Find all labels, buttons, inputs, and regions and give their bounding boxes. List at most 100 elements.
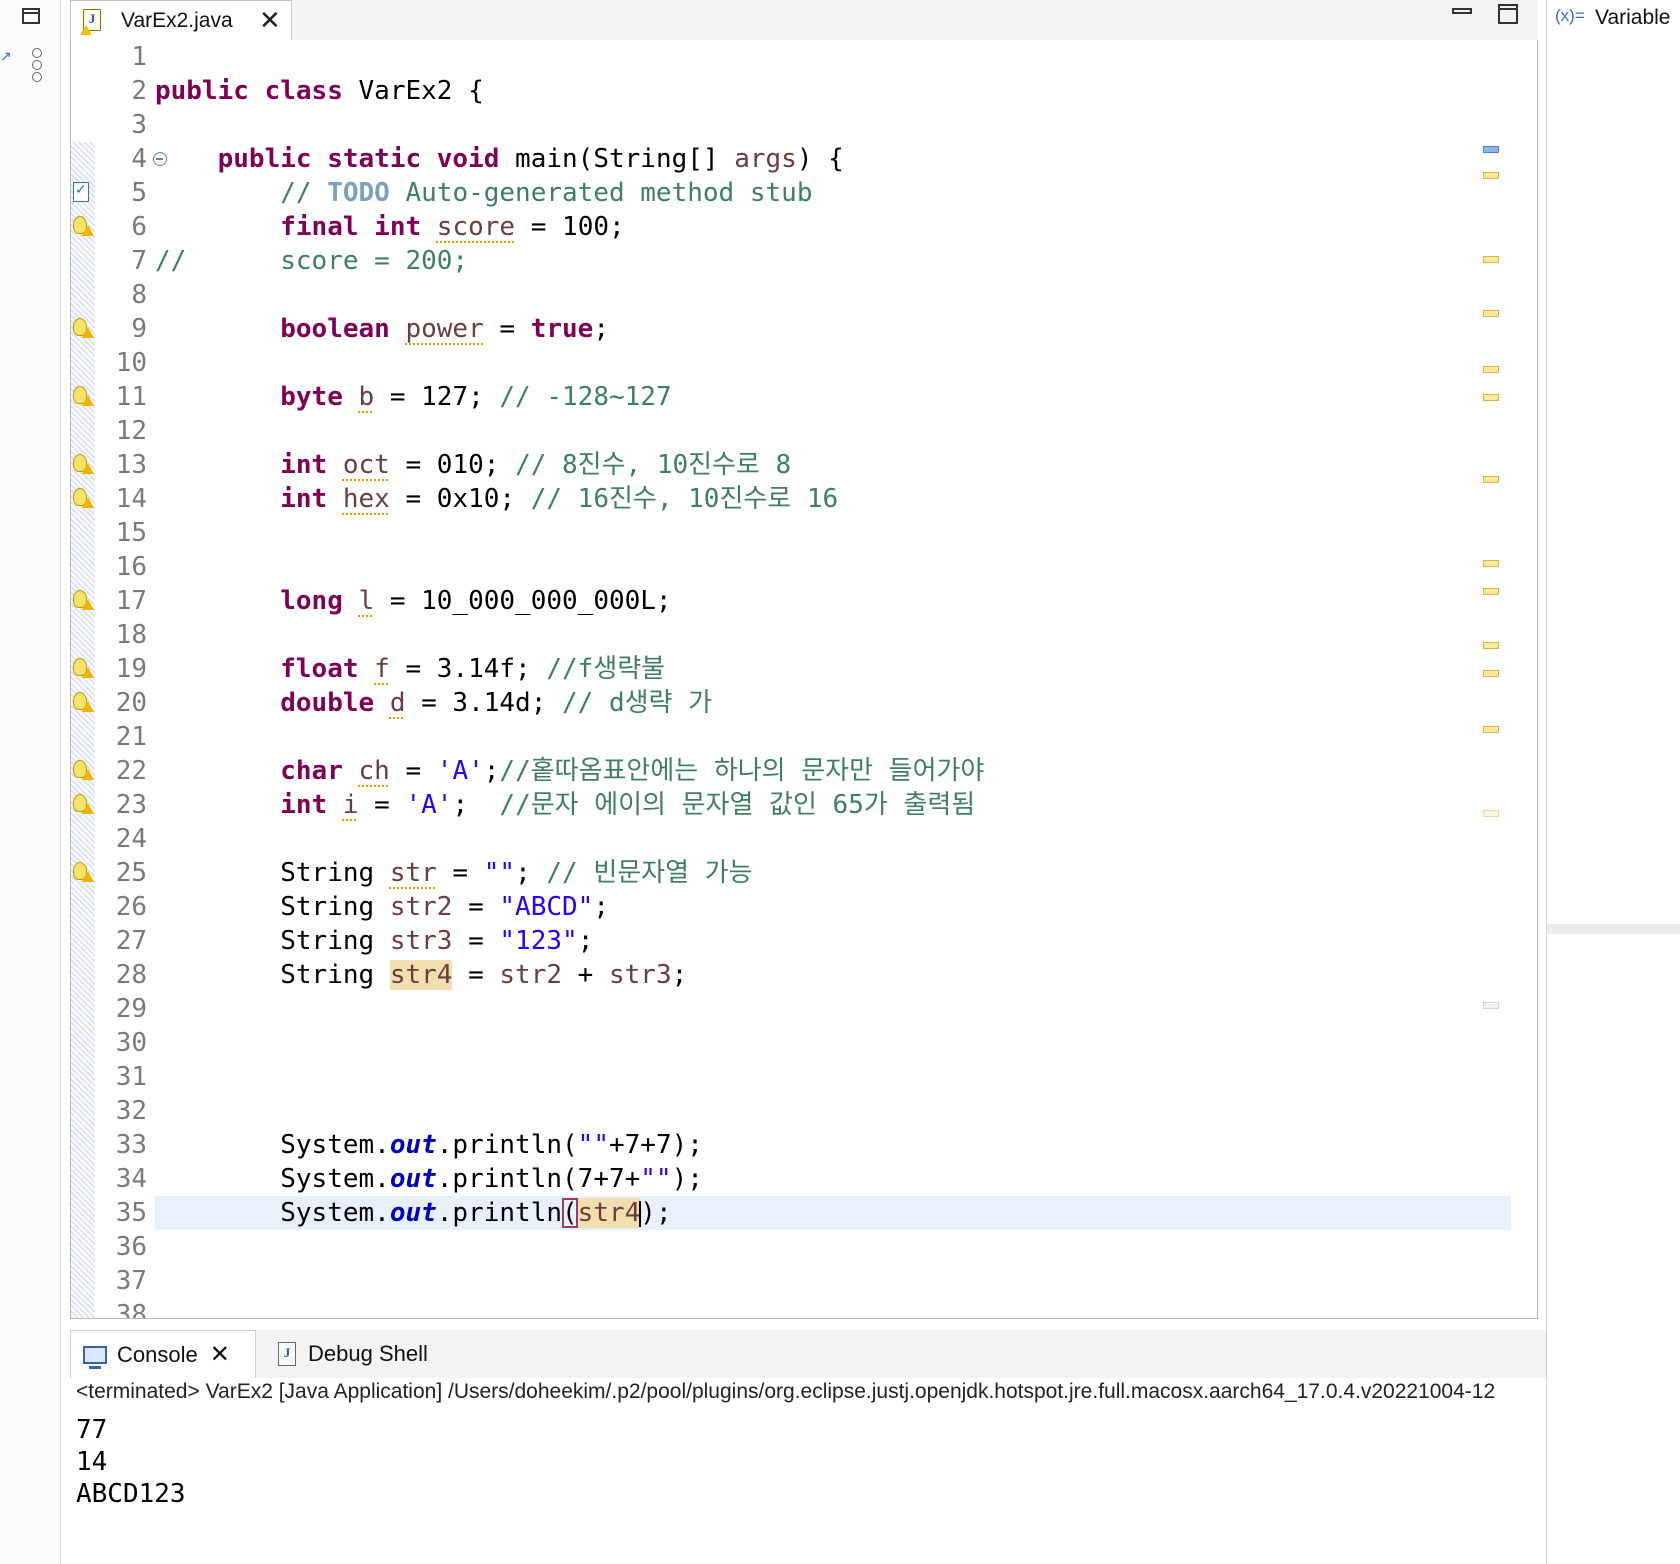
console-output-line: ABCD123 xyxy=(76,1479,186,1509)
tab-console[interactable]: Console ✕ xyxy=(70,1330,256,1378)
editor-tab-varex2[interactable]: J VarEx2.java ✕ xyxy=(70,0,292,40)
warning-lightbulb-icon[interactable] xyxy=(73,216,94,236)
more-options-icon[interactable] xyxy=(32,48,42,84)
line-number: 15 xyxy=(115,518,147,548)
collapse-arrow-icon[interactable]: ↗ xyxy=(0,48,12,65)
line-number: 29 xyxy=(115,994,147,1024)
line-number: 17 xyxy=(73,584,155,618)
code-line: String str = ""; // 빈문자열 가능 xyxy=(280,858,753,888)
line-number: 18 xyxy=(115,620,147,650)
code-line: // TODO Auto-generated method stub xyxy=(280,178,813,208)
overview-marker[interactable] xyxy=(1483,146,1499,153)
restore-icon[interactable] xyxy=(22,8,40,24)
close-icon[interactable]: ✕ xyxy=(210,1340,230,1369)
line-number: 13 xyxy=(73,448,155,482)
line-number: 20 xyxy=(73,686,155,720)
overview-marker[interactable] xyxy=(1483,1002,1499,1009)
code-area[interactable]: public class VarEx2 { public static void… xyxy=(155,40,1537,1298)
variables-tab-label[interactable]: Variable xyxy=(1595,6,1671,30)
code-line: // score = 200; xyxy=(155,246,469,276)
editor-tab-bar: J VarEx2.java ✕ xyxy=(70,0,1538,41)
line-number: 30 xyxy=(115,1028,147,1058)
overview-ruler[interactable] xyxy=(1483,40,1503,1318)
console-output-line: 14 xyxy=(76,1447,108,1477)
warning-lightbulb-icon[interactable] xyxy=(73,386,94,406)
minimize-icon[interactable] xyxy=(1452,4,1474,14)
code-line: String str4 = str2 + str3; xyxy=(280,960,688,990)
code-line: int oct = 010; // 8진수, 10진수로 8 xyxy=(280,450,792,480)
overview-marker[interactable] xyxy=(1483,642,1499,649)
line-number: 37 xyxy=(115,1266,147,1296)
warning-lightbulb-icon[interactable] xyxy=(73,658,94,678)
code-line: long l = 10_000_000_000L; xyxy=(280,586,672,616)
overview-marker[interactable] xyxy=(1483,310,1499,317)
line-number: 8 xyxy=(131,280,147,310)
warning-lightbulb-icon[interactable] xyxy=(73,318,94,338)
line-number: 33 xyxy=(115,1130,147,1160)
line-number: 34 xyxy=(115,1164,147,1194)
left-side-strip: ↗ xyxy=(0,0,61,1564)
task-marker-icon[interactable] xyxy=(73,173,89,207)
warning-lightbulb-icon[interactable] xyxy=(73,794,94,814)
line-number-gutter: 1234567891011121314151617181920212223242… xyxy=(73,40,167,1319)
variables-panel: (x)= Variable xyxy=(1546,0,1680,1564)
code-line: public static void main(String[] args) { xyxy=(217,144,844,174)
overview-marker[interactable] xyxy=(1483,560,1499,567)
warning-lightbulb-icon[interactable] xyxy=(73,760,94,780)
code-line: public class VarEx2 { xyxy=(155,76,484,106)
overview-marker[interactable] xyxy=(1483,366,1499,373)
line-number: 1 xyxy=(131,42,147,72)
line-number: 32 xyxy=(115,1096,147,1126)
panel-divider xyxy=(1547,924,1680,934)
line-number: 24 xyxy=(115,824,147,854)
code-line: String str2 = "ABCD"; xyxy=(280,892,609,922)
code-line: System.out.println(""+7+7); xyxy=(280,1130,703,1160)
overview-marker[interactable] xyxy=(1483,172,1499,179)
warning-lightbulb-icon[interactable] xyxy=(73,590,94,610)
line-number: 11 xyxy=(73,380,155,414)
tab-debug-shell[interactable]: J Debug Shell xyxy=(266,1330,466,1378)
line-number: 38 xyxy=(115,1300,147,1319)
maximize-icon[interactable] xyxy=(1498,4,1518,24)
warning-lightbulb-icon[interactable] xyxy=(73,862,94,882)
line-number: 4 xyxy=(95,142,167,176)
console-view[interactable]: <terminated> VarEx2 [Java Application] /… xyxy=(70,1378,1546,1564)
line-number: 5 xyxy=(73,173,155,210)
code-line: int i = 'A'; //문자 에이의 문자열 값인 65가 출력됨 xyxy=(280,790,976,820)
debug-shell-icon: J xyxy=(278,1342,296,1366)
warning-lightbulb-icon[interactable] xyxy=(73,454,94,474)
code-line: byte b = 127; // -128~127 xyxy=(280,382,672,412)
line-number: 19 xyxy=(73,652,155,686)
console-output-line: 77 xyxy=(76,1415,108,1445)
overview-marker[interactable] xyxy=(1483,394,1499,401)
console-process-status: <terminated> VarEx2 [Java Application] /… xyxy=(76,1380,1496,1403)
overview-marker[interactable] xyxy=(1483,256,1499,263)
overview-marker[interactable] xyxy=(1483,476,1499,483)
code-editor[interactable]: 1234567891011121314151617181920212223242… xyxy=(70,40,1538,1319)
warning-lightbulb-icon[interactable] xyxy=(73,488,94,508)
overview-marker[interactable] xyxy=(1483,810,1499,817)
code-line: String str3 = "123"; xyxy=(280,926,594,956)
line-number: 6 xyxy=(73,210,155,244)
line-number: 16 xyxy=(115,552,147,582)
line-number: 2 xyxy=(131,76,147,106)
code-line: boolean power = true; xyxy=(280,314,609,344)
overview-marker[interactable] xyxy=(1483,670,1499,677)
editor-tab-title: VarEx2.java xyxy=(121,9,233,32)
overview-marker[interactable] xyxy=(1483,588,1499,595)
close-icon[interactable]: ✕ xyxy=(259,5,281,36)
warning-lightbulb-icon[interactable] xyxy=(73,692,94,712)
code-line: System.out.println(7+7+""); xyxy=(280,1164,703,1194)
overview-marker[interactable] xyxy=(1483,726,1499,733)
line-number: 28 xyxy=(115,960,147,990)
